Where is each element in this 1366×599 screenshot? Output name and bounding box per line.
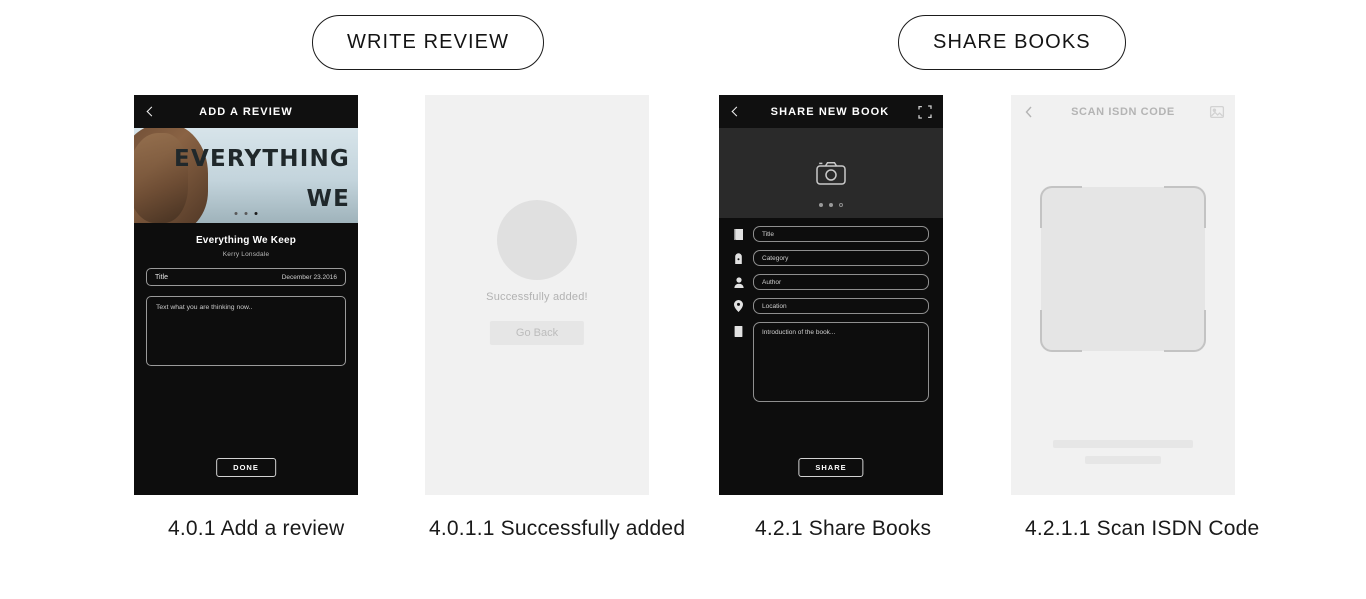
field-row-title: Title [733,226,929,242]
screen4-caption: 4.2.1.1 Scan ISDN Code [1025,517,1260,540]
screen4-title: SCAN ISDN CODE [1071,105,1175,118]
category-input[interactable]: Category [753,250,929,266]
screen-add-a-review: ADD A REVIEW EVERYTHING WE Everything We… [134,95,358,541]
review-text-input[interactable]: Text what you are thinking now.. [146,296,346,366]
scan-target-frame[interactable] [1040,186,1206,352]
photo-upload-area[interactable] [719,128,943,218]
done-button[interactable]: DONE [216,458,276,477]
field-row-introduction: Introduction of the book... [733,322,929,402]
placeholder-bar-secondary [1085,456,1161,464]
screen4-header: SCAN ISDN CODE [1011,95,1235,128]
screen3-title: SHARE NEW BOOK [770,105,890,118]
write-review-button[interactable]: WRITE REVIEW [312,15,545,70]
phone-frame: Successfully added! Go Back [425,95,649,495]
author-placeholder: Author [762,278,782,286]
book-cover-image: EVERYTHING WE [134,128,358,223]
screen1-header: ADD A REVIEW [134,95,358,128]
scan-corner-bottom-right [1164,310,1206,352]
phone-frame: SHARE NEW BOOK Title Category Author Loc… [719,95,943,495]
person-icon [733,276,744,288]
introduction-placeholder: Introduction of the book... [762,329,836,336]
cover-line-1: EVERYTHING [174,146,350,172]
category-placeholder: Category [762,254,789,262]
carousel-dot-active[interactable] [254,212,258,215]
title-input[interactable]: Title [753,226,929,242]
screen-gallery: ADD A REVIEW EVERYTHING WE Everything We… [0,95,1366,565]
scan-corner-top-left [1040,186,1082,228]
screen1-caption: 4.0.1 Add a review [168,517,345,540]
screen-share-new-book: SHARE NEW BOOK Title Category Author Loc… [719,95,943,541]
field-row-author: Author [733,274,929,290]
screen-successfully-added: Successfully added! Go Back 4.0.1.1 Succ… [425,95,685,541]
screen2-caption: 4.0.1.1 Successfully added [429,517,686,540]
carousel-dot-active[interactable] [819,203,823,207]
review-date: December 23.2016 [281,273,337,281]
book-title: Everything We Keep [195,235,297,246]
review-title-placeholder: Title [155,273,168,281]
success-message: Successfully added! [486,291,588,303]
cover-hair-shape [134,128,208,223]
location-pin-icon [733,300,744,312]
author-input[interactable]: Author [753,274,929,290]
share-button[interactable]: SHARE [798,458,864,477]
document-icon [733,326,744,337]
screen-scan-isdn-code: SCAN ISDN CODE 4.2.1.1 Scan ISDN Code [1011,95,1259,541]
carousel-dot[interactable] [244,212,248,215]
book-author: Kerry Lonsdale [222,251,270,258]
book-icon [733,228,744,240]
gallery-icon[interactable] [1209,104,1225,120]
share-books-button[interactable]: SHARE BOOKS [898,15,1126,70]
carousel-dot[interactable] [234,212,238,215]
screen1-title: ADD A REVIEW [199,105,293,118]
screen3-caption: 4.2.1 Share Books [755,517,932,540]
success-placeholder-circle [497,200,577,280]
chevron-left-icon[interactable] [144,105,158,119]
review-title-input[interactable]: Title December 23.2016 [146,268,346,286]
field-row-location: Location [733,298,929,314]
chevron-left-icon[interactable] [729,105,743,119]
phone-frame: SCAN ISDN CODE [1011,95,1235,495]
introduction-input[interactable]: Introduction of the book... [753,322,929,402]
camera-icon[interactable] [816,160,846,186]
carousel-dot-active[interactable] [829,203,833,207]
phone-frame: ADD A REVIEW EVERYTHING WE Everything We… [134,95,358,495]
chevron-left-icon[interactable] [1021,104,1037,120]
location-placeholder: Location [762,302,787,310]
go-back-button[interactable]: Go Back [489,321,585,345]
cover-carousel-dots[interactable] [234,212,258,215]
tag-icon [733,252,744,264]
cover-line-2: WE [306,186,350,212]
field-row-category: Category [733,250,929,266]
screen3-header: SHARE NEW BOOK [719,95,943,128]
scan-corner-top-right [1164,186,1206,228]
placeholder-bar-primary [1053,440,1193,448]
review-text-placeholder: Text what you are thinking now.. [156,304,253,311]
carousel-dot[interactable] [839,203,843,207]
top-action-bar: WRITE REVIEW SHARE BOOKS [0,0,1366,95]
photo-carousel-dots[interactable] [819,203,843,207]
scan-corner-bottom-left [1040,310,1082,352]
title-placeholder: Title [762,230,775,238]
location-input[interactable]: Location [753,298,929,314]
expand-icon[interactable] [917,104,933,120]
